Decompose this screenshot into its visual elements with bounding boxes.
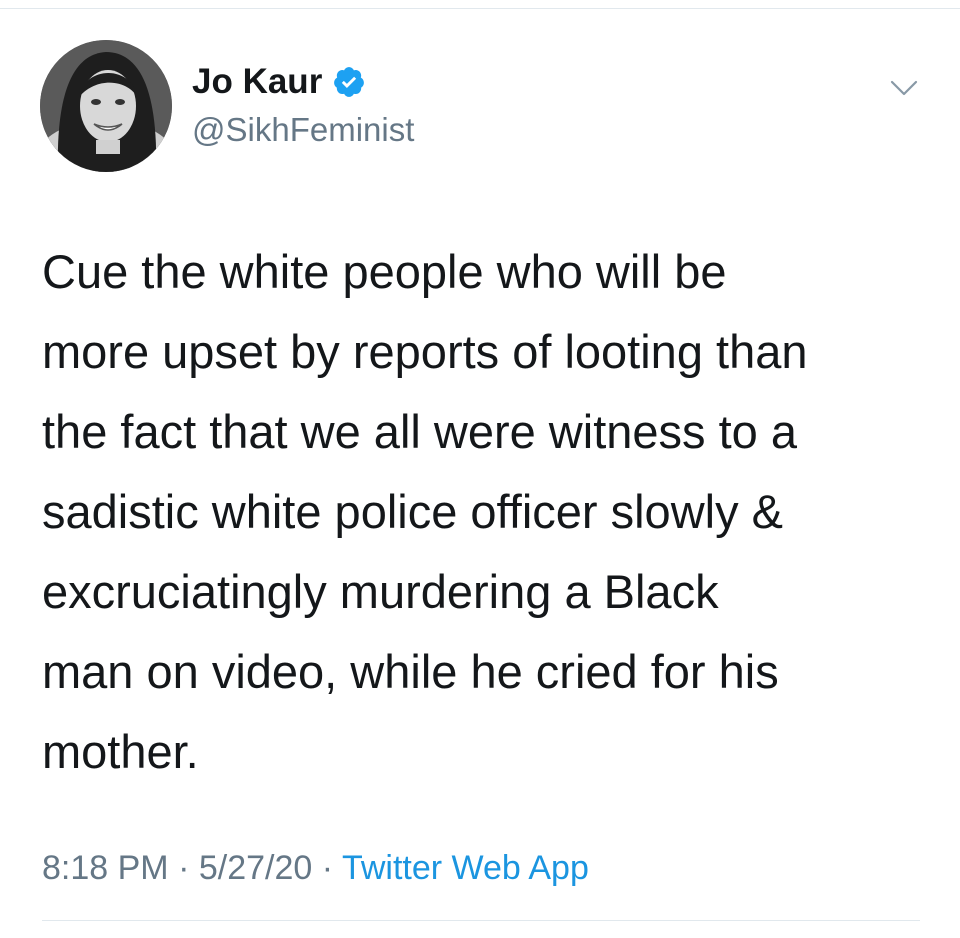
tweet-card: Jo Kaur @SikhFeminist Cue the white peop… (0, 0, 960, 938)
user-handle[interactable]: @SikhFeminist (192, 108, 414, 152)
tweet-time[interactable]: 8:18 PM (42, 849, 169, 887)
verified-badge-icon (332, 65, 366, 99)
meta-separator: · (178, 849, 190, 887)
bottom-divider (42, 920, 920, 921)
avatar[interactable] (40, 40, 172, 172)
meta-separator: · (321, 849, 334, 887)
author-name-row: Jo Kaur (192, 58, 366, 106)
tweet-metadata: 8:18 PM · 5/27/20 · Twitter Web App (42, 844, 589, 892)
tweet-source-link[interactable]: Twitter Web App (342, 849, 589, 887)
tweet-text: Cue the white people who will be more up… (42, 245, 808, 778)
display-name[interactable]: Jo Kaur (192, 58, 322, 106)
chevron-down-icon[interactable] (884, 72, 924, 104)
tweet-date[interactable]: 5/27/20 (199, 849, 312, 887)
avatar-image (40, 40, 172, 172)
